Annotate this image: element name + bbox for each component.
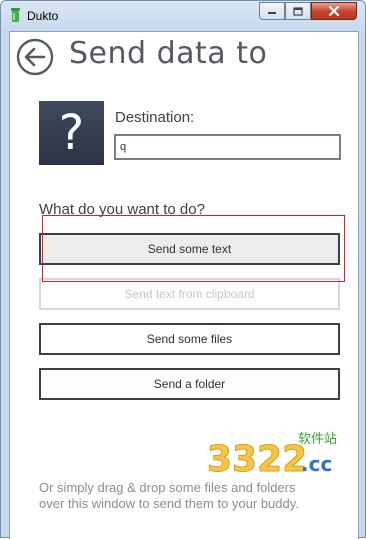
drag-drop-hint: Or simply drag & drop some files and fol…	[39, 480, 339, 512]
back-arrow-icon[interactable]	[16, 38, 54, 76]
destination-label: Destination:	[115, 109, 195, 126]
action-prompt: What do you want to do?	[39, 201, 205, 218]
send-folder-label: Send a folder	[153, 377, 226, 391]
title-bar[interactable]: Dukto	[1, 1, 365, 31]
send-clipboard-button: Send text from clipboard	[39, 278, 340, 310]
send-files-button[interactable]: Send some files	[39, 323, 340, 355]
watermark-domain: .cc	[301, 452, 332, 476]
send-text-button[interactable]: Send some text	[39, 233, 340, 265]
dukto-icon	[11, 8, 20, 22]
send-clipboard-label: Send text from clipboard	[124, 287, 255, 301]
close-button[interactable]	[311, 2, 357, 20]
send-folder-button[interactable]: Send a folder	[39, 368, 340, 400]
app-window: Dukto Send data to ? Destination: q What…	[0, 0, 366, 539]
send-text-label: Send some text	[147, 242, 232, 256]
hint-line-1: Or simply drag & drop some files and fol…	[39, 480, 296, 495]
watermark-cn: 软件站	[298, 432, 337, 447]
content-area: Send data to ? Destination: What do you …	[9, 31, 359, 539]
destination-input[interactable]	[114, 134, 341, 160]
minimize-button[interactable]	[259, 2, 285, 20]
hint-line-2: over this window to send them to your bu…	[39, 496, 299, 511]
maximize-button[interactable]	[285, 2, 311, 20]
minimize-icon	[268, 12, 276, 14]
window-title: Dukto	[27, 9, 59, 23]
maximize-icon	[293, 6, 303, 16]
send-files-label: Send some files	[146, 332, 233, 346]
question-mark-icon: ?	[58, 105, 85, 161]
page-title: Send data to	[69, 36, 268, 71]
watermark-logo: 3322 .cc 软件站	[207, 432, 338, 479]
close-icon	[328, 6, 340, 16]
watermark-number: 3322	[207, 439, 307, 479]
unknown-buddy-avatar: ?	[39, 101, 104, 165]
